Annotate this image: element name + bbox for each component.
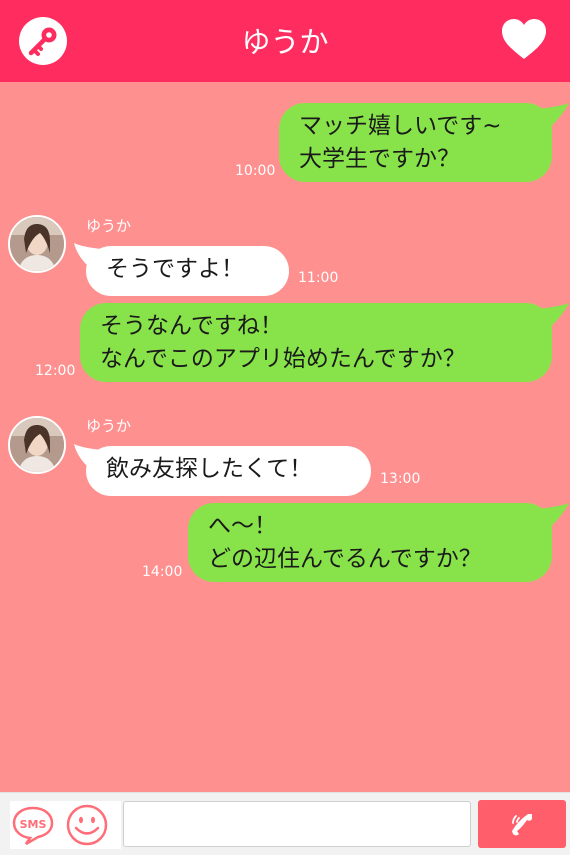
chat-partner-name: ゆうか <box>241 25 329 59</box>
like-button[interactable] <box>500 17 548 63</box>
bubble-tail <box>536 103 569 131</box>
message-bubble-sent: へ～！ どの辺住んでるんですか？ <box>188 503 552 582</box>
sender-name: ゆうか <box>86 217 132 235</box>
message-time: 10:00 <box>235 163 276 179</box>
avatar-image <box>10 217 64 271</box>
chat-area[interactable]: マッチ嬉しいです~ 大学生ですか？ 10:00 ゆうか そうですよ！ 11:00… <box>0 82 570 792</box>
chat-header: ゆうか <box>0 0 570 82</box>
message-input[interactable] <box>123 801 471 847</box>
bubble-tail <box>536 503 569 531</box>
message-time: 13:00 <box>380 471 421 487</box>
message-time: 14:00 <box>142 564 183 580</box>
sms-label: SMS <box>20 818 47 831</box>
sms-icon[interactable]: SMS <box>12 805 54 845</box>
smiley-icon[interactable] <box>66 804 108 846</box>
avatar-image <box>10 418 64 472</box>
avatar[interactable] <box>8 416 66 474</box>
message-time: 12:00 <box>35 363 76 379</box>
message-bubble-received: 飲み友探したくて！ <box>86 446 371 496</box>
message-bubble-sent: そうなんですね！ なんでこのアプリ始めたんですか？ <box>80 303 552 382</box>
avatar[interactable] <box>8 215 66 273</box>
message-bubble-received: そうですよ！ <box>86 246 289 296</box>
input-bar: SMS <box>0 792 570 855</box>
heart-icon <box>502 19 546 59</box>
message-time: 11:00 <box>298 270 339 286</box>
bubble-tail <box>536 303 569 331</box>
input-tools: SMS <box>10 801 121 849</box>
sender-name: ゆうか <box>86 417 132 435</box>
phone-icon <box>512 814 532 836</box>
message-bubble-sent: マッチ嬉しいです~ 大学生ですか？ <box>279 103 552 182</box>
call-button[interactable] <box>478 800 566 848</box>
